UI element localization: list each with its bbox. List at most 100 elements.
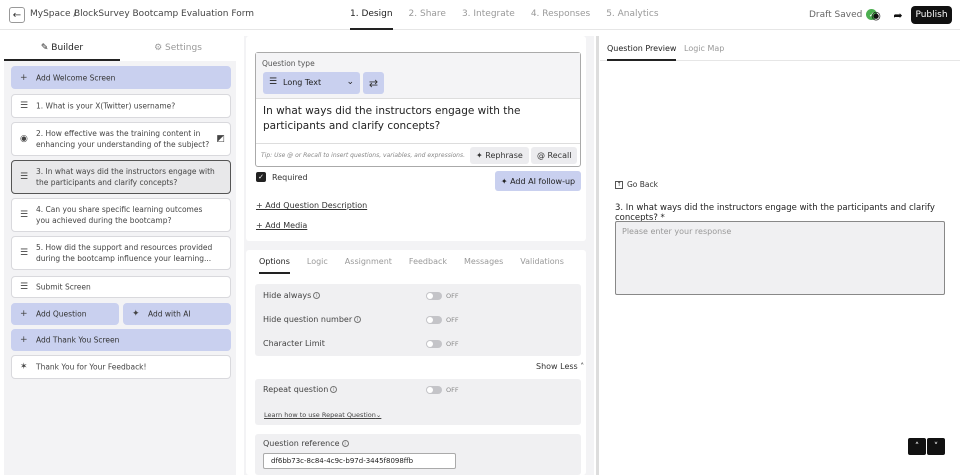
tab-settings[interactable]: ⚙ Settings — [120, 36, 236, 61]
breadcrumb-myspace[interactable]: MySpace / — [30, 9, 76, 19]
add-question-button[interactable]: + Add Question — [11, 303, 119, 325]
tab-assignment[interactable]: Assignment — [345, 250, 392, 274]
long-text-icon: ☰ — [269, 77, 278, 87]
tab-messages[interactable]: Messages — [464, 250, 503, 274]
question-item-label: 3. In what ways did the instructors enga… — [36, 167, 215, 187]
chevron-down-icon: ˅ — [933, 441, 939, 452]
step-nav: 1. Design 2. Share 3. Integrate 4. Respo… — [350, 0, 675, 30]
tab-options[interactable]: Options — [259, 250, 290, 274]
show-less-button[interactable]: Show Less ˄ — [536, 362, 584, 371]
tab-logic-map[interactable]: Logic Map — [684, 36, 724, 61]
preview-question: 3. In what ways did the instructors enga… — [615, 203, 935, 223]
sidebar-tabs: ✎ Builder ⚙ Settings — [4, 36, 236, 61]
recall-button[interactable]: @ Recall — [531, 147, 578, 164]
question-editor: Question type ☰ Long Text ⌄ ⇄ In what wa… — [244, 36, 594, 475]
info-icon: i — [330, 386, 338, 393]
previous-question-button[interactable]: ˄ — [908, 438, 926, 455]
hide-always-toggle[interactable] — [426, 292, 442, 300]
add-welcome-screen-button[interactable]: + Add Welcome Screen — [11, 66, 231, 89]
preview-eye-icon[interactable]: ◉ — [869, 8, 883, 22]
options-tabs: Options Logic Assignment Feedback Messag… — [246, 250, 586, 274]
save-status: Draft Saved ✓ — [809, 9, 878, 20]
info-icon: i — [313, 292, 321, 299]
question-item-label: 2. How effective was the training conten… — [36, 129, 210, 149]
party-icon: ✶ — [20, 362, 28, 372]
edit-icon: ✎ — [40, 43, 52, 53]
question-card: Question type ☰ Long Text ⌄ ⇄ In what wa… — [246, 36, 586, 241]
question-text-input[interactable]: In what ways did the instructors engage … — [263, 104, 563, 134]
question-type-select[interactable]: ☰ Long Text ⌄ — [263, 72, 360, 94]
tab-question-preview[interactable]: Question Preview — [607, 36, 677, 61]
question-type-label: Question type — [262, 59, 315, 68]
question-item-3[interactable]: ☰ 3. In what ways did the instructors en… — [11, 160, 231, 194]
question-type-value: Long Text — [283, 78, 322, 87]
hide-number-row: Hide question number i — [263, 315, 362, 324]
add-ai-followup-button[interactable]: ✦ Add AI follow-up — [495, 171, 581, 191]
step-analytics[interactable]: 5. Analytics — [606, 0, 658, 30]
char-limit-toggle[interactable] — [426, 340, 442, 348]
hide-number-label: Hide question number — [263, 315, 353, 324]
add-with-ai-button[interactable]: ✦ Add with AI — [123, 303, 231, 325]
hide-always-row: Hide always i — [263, 291, 321, 300]
arrow-left-icon: ← — [12, 9, 22, 21]
ai-followup-label: Add AI follow-up — [510, 176, 576, 186]
tab-settings-label: Settings — [165, 43, 202, 53]
scrollbar[interactable] — [596, 36, 599, 475]
builder-sidebar: ✎ Builder ⚙ Settings + Add Welcome Scree… — [4, 36, 236, 475]
next-question-button[interactable]: ˅ — [927, 438, 945, 455]
preview-panel: Question Preview Logic Map ↑ Go Back 3. … — [600, 36, 960, 475]
image-icon: ◩ — [216, 134, 225, 144]
add-thankyou-screen-button[interactable]: + Add Thank You Screen — [11, 329, 231, 351]
thankyou-screen-item[interactable]: ✶ Thank You for Your Feedback! — [11, 355, 231, 379]
swap-icon: ⇄ — [368, 76, 379, 90]
step-share[interactable]: 2. Share — [409, 0, 446, 30]
hide-always-state: OFF — [446, 292, 459, 300]
question-item-label: 1. What is your X(Twitter) username? — [36, 101, 176, 111]
question-reference-input[interactable]: df6bb73c-8c84-4c9c-b97d-3445f8098ffb — [263, 453, 456, 469]
thankyou-screen-label: Thank You for Your Feedback! — [36, 362, 147, 372]
question-item-2[interactable]: ◉ 2. How effective was the training cont… — [11, 122, 231, 156]
checkbox-checked-icon[interactable]: ✓ — [256, 172, 266, 182]
step-responses[interactable]: 4. Responses — [531, 0, 590, 30]
repeat-toggle[interactable] — [426, 386, 442, 394]
required-toggle[interactable]: ✓ Required — [256, 172, 308, 182]
reference-row: Question reference i — [263, 439, 349, 448]
chevron-up-icon: ˄ — [914, 441, 920, 452]
tab-validations[interactable]: Validations — [520, 250, 564, 274]
response-textarea[interactable]: Please enter your response — [615, 221, 945, 295]
tab-logic[interactable]: Logic — [307, 250, 328, 274]
plus-icon: + — [20, 72, 28, 83]
add-question-description-link[interactable]: + Add Question Description — [256, 201, 367, 210]
go-back-button[interactable]: ↑ Go Back — [615, 180, 658, 189]
preview-nav: ˄ ˅ — [908, 438, 946, 455]
recall-label: Recall — [547, 151, 572, 160]
chevron-up-icon: ˄ — [580, 362, 585, 371]
question-box: Question type ☰ Long Text ⌄ ⇄ In what wa… — [255, 52, 581, 167]
required-label: Required — [272, 172, 308, 182]
question-item-1[interactable]: ☰ 1. What is your X(Twitter) username? — [11, 94, 231, 118]
step-design[interactable]: 1. Design — [350, 0, 393, 30]
add-thankyou-label: Add Thank You Screen — [36, 335, 120, 345]
learn-repeat-link[interactable]: Learn how to use Repeat Question⌄ — [264, 411, 381, 419]
swap-type-button[interactable]: ⇄ — [363, 72, 384, 94]
hide-number-state: OFF — [446, 316, 459, 324]
tab-feedback[interactable]: Feedback — [409, 250, 447, 274]
text-lines-icon: ☰ — [20, 101, 29, 111]
text-lines-icon: ☰ — [20, 248, 29, 258]
tab-builder[interactable]: ✎ Builder — [4, 36, 120, 61]
question-item-5[interactable]: ☰ 5. How did the support and resources p… — [11, 236, 231, 270]
question-item-label: 4. Can you share specific learning outco… — [36, 205, 203, 225]
add-media-link[interactable]: + Add Media — [256, 221, 307, 230]
rephrase-button[interactable]: ✦ Rephrase — [470, 147, 529, 164]
chevron-down-icon: ⌄ — [346, 77, 354, 87]
info-icon: i — [354, 316, 362, 323]
hide-number-toggle[interactable] — [426, 316, 442, 324]
share-arrow-icon[interactable]: ➦ — [891, 8, 905, 22]
step-integrate[interactable]: 3. Integrate — [462, 0, 515, 30]
text-lines-icon: ☰ — [20, 210, 29, 220]
learn-repeat-label: Learn how to use Repeat Question — [264, 411, 376, 419]
back-button[interactable]: ← — [9, 7, 25, 23]
submit-screen-item[interactable]: ☰ Submit Screen — [11, 276, 231, 298]
publish-button[interactable]: Publish — [911, 6, 952, 24]
question-item-4[interactable]: ☰ 4. Can you share specific learning out… — [11, 198, 231, 232]
